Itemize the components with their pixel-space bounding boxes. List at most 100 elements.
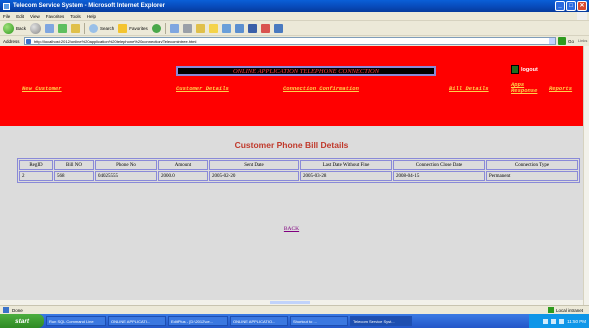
cell-amount: 2000.0 — [158, 171, 208, 181]
menu-view[interactable]: View — [30, 14, 40, 19]
back-label: Back — [16, 25, 27, 31]
nav-new-customer[interactable]: New Customer — [22, 86, 62, 92]
cell-close-date: 2008-04-15 — [393, 171, 485, 181]
flag-icon[interactable] — [260, 23, 270, 33]
task-button[interactable]: Shortcut to ... — [290, 316, 348, 326]
messenger-icon[interactable] — [221, 23, 231, 33]
search-button[interactable]: Search — [89, 23, 114, 33]
tray-icon[interactable] — [543, 318, 549, 324]
menu-bar: File Edit View Favorites Tools Help — [0, 12, 589, 20]
nav-apps-response[interactable]: Apps Response — [511, 82, 545, 94]
vertical-scrollbar[interactable] — [583, 46, 589, 305]
refresh-icon[interactable] — [58, 23, 68, 33]
cell-connection-type: Permanent — [486, 171, 578, 181]
task-button[interactable]: EditPlus - [D:\2012\ce... — [168, 316, 228, 326]
mail-icon[interactable] — [169, 23, 179, 33]
clock: 11:50 PM — [567, 318, 586, 324]
menu-file[interactable]: File — [3, 14, 10, 19]
toolbar-divider — [84, 22, 86, 34]
maximize-button[interactable]: □ — [566, 1, 576, 11]
logout-label: logout — [521, 66, 538, 73]
scroll-thumb[interactable] — [270, 301, 310, 304]
menu-edit[interactable]: Edit — [16, 14, 24, 19]
column-header: Amount — [158, 160, 208, 170]
research-icon[interactable] — [234, 23, 244, 33]
ie-icon — [3, 2, 10, 10]
column-header: RegID — [19, 160, 53, 170]
security-zone: Local intranet — [547, 307, 583, 313]
favorites-button[interactable]: Favorites — [118, 23, 148, 33]
page-title: Customer Phone Bill Details — [234, 140, 349, 150]
system-tray: 11:50 PM — [529, 314, 589, 328]
back-button[interactable]: Back — [3, 22, 27, 34]
nav-customer-details[interactable]: Customer Details — [176, 86, 229, 92]
window-titlebar: Telecom Service System - Microsoft Inter… — [0, 0, 589, 12]
zone-label: Local intranet — [555, 307, 583, 313]
forward-button[interactable] — [30, 22, 42, 34]
site-header: ONLINE APPLICATION TELEPHONE CONNECTION … — [0, 46, 583, 126]
column-header: Last Date Without Fine — [300, 160, 392, 170]
address-bar: Address http://localhost:2012/online%20a… — [0, 36, 589, 46]
address-url: http://localhost:2012/online%20applicati… — [34, 38, 197, 44]
back-link-label[interactable]: BACK — [284, 226, 299, 232]
back-arrow-icon — [3, 22, 14, 34]
page-viewport: ONLINE APPLICATION TELEPHONE CONNECTION … — [0, 46, 583, 305]
go-button[interactable]: Go — [558, 37, 574, 45]
status-text: Done — [12, 307, 23, 313]
tray-icon[interactable] — [551, 318, 557, 324]
star-icon — [118, 23, 128, 33]
status-bar: Done Local intranet — [0, 305, 589, 314]
tools-icon[interactable] — [273, 23, 283, 33]
page-icon — [26, 39, 31, 44]
logout-icon — [511, 65, 519, 74]
cell-last-date: 2005-03-28 — [300, 171, 392, 181]
column-header: Phone No — [95, 160, 157, 170]
start-button[interactable]: start — [0, 314, 44, 328]
logout-link[interactable]: logout — [511, 65, 538, 74]
stop-icon[interactable] — [45, 23, 55, 33]
taskbar: start Run SQL Command Line ONLINE APPLIC… — [0, 314, 589, 328]
window-title: Telecom Service System - Microsoft Inter… — [13, 3, 165, 9]
window-controls: _ □ ✕ — [555, 1, 587, 11]
close-button[interactable]: ✕ — [577, 1, 587, 11]
task-button[interactable]: ONLINE APPLICATIO... — [230, 316, 288, 326]
bill-details-table: RegID Bill NO Phone No Amount Sent Date … — [17, 158, 580, 183]
menu-favorites[interactable]: Favorites — [46, 14, 65, 19]
nav-bill-details[interactable]: Bill Details — [449, 86, 489, 92]
column-header: Connection Type — [486, 160, 578, 170]
nav-connection-confirmation[interactable]: Connection Confirmation — [283, 86, 359, 92]
intranet-icon — [547, 307, 554, 313]
search-icon — [89, 23, 99, 33]
task-button[interactable]: Run SQL Command Line — [46, 316, 106, 326]
windows-logo-icon — [577, 12, 587, 20]
history-icon[interactable] — [151, 23, 161, 33]
column-header: Connection Close Date — [393, 160, 485, 170]
cell-bill-no: 568 — [54, 171, 94, 181]
table-header-row: RegID Bill NO Phone No Amount Sent Date … — [19, 160, 578, 170]
task-button-active[interactable]: Telecom Service Syst... — [350, 316, 412, 326]
toolbar: Back Search Favorites — [0, 20, 589, 36]
cell-sent-date: 2005-02-20 — [209, 171, 299, 181]
site-banner: ONLINE APPLICATION TELEPHONE CONNECTION — [176, 66, 436, 76]
back-link[interactable]: BACK — [0, 226, 583, 232]
page-done-icon — [3, 307, 9, 313]
edit-icon[interactable] — [195, 23, 205, 33]
home-icon[interactable] — [71, 23, 81, 33]
go-arrow-icon — [558, 37, 566, 45]
menu-help[interactable]: Help — [87, 14, 96, 19]
links-button[interactable]: Links — [578, 38, 587, 43]
menu-tools[interactable]: Tools — [70, 14, 81, 19]
minimize-button[interactable]: _ — [555, 1, 565, 11]
tray-icon[interactable] — [559, 318, 565, 324]
task-button[interactable]: ONLINE APPLICATI... — [108, 316, 166, 326]
cell-phone-no: 04025555 — [95, 171, 157, 181]
address-dropdown-icon[interactable] — [549, 38, 555, 44]
favorites-label: Favorites — [129, 25, 148, 31]
address-label: Address — [3, 38, 20, 44]
nav-reports[interactable]: Reports — [549, 86, 572, 92]
folder-icon[interactable] — [208, 23, 218, 33]
cell-reg-id: 2 — [19, 171, 53, 181]
address-input[interactable]: http://localhost:2012/online%20applicati… — [24, 37, 556, 45]
print-icon[interactable] — [182, 23, 192, 33]
word-icon[interactable] — [247, 23, 257, 33]
